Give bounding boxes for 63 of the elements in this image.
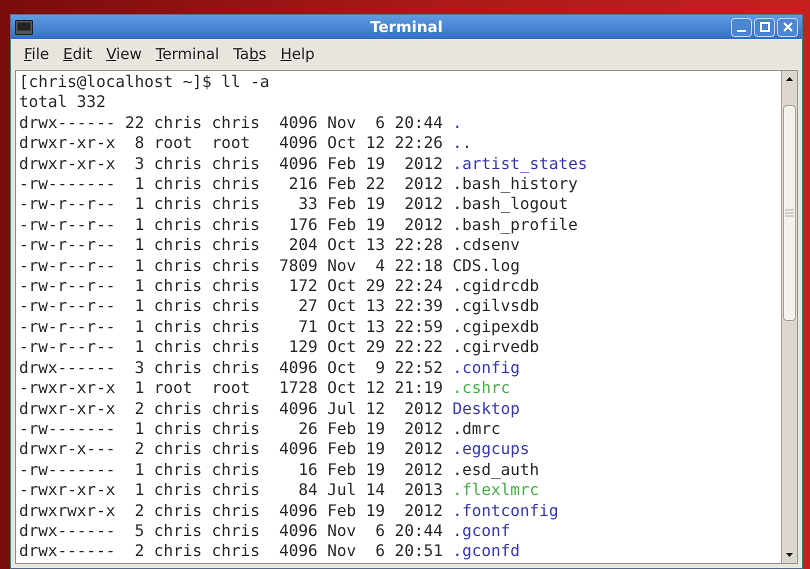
file-name: .eggcups: [452, 439, 530, 460]
maximize-icon: [760, 22, 770, 32]
file-name: .cgilvsdb: [452, 296, 540, 317]
file-name: .bash_logout: [452, 194, 568, 215]
file-details: -rw-r--r-- 1 chris chris 7809 Nov 4 22:18: [19, 256, 443, 276]
file-details: drwx------ 2 chris chris 4096 Nov 6 20:51: [19, 541, 443, 562]
file-details: -rw------- 1 chris chris 26 Feb 19 2012: [19, 418, 443, 440]
close-button[interactable]: [777, 18, 798, 36]
minimize-button[interactable]: [731, 18, 752, 36]
file-name: .cgidrcdb: [452, 276, 540, 296]
file-name: .dmrc: [452, 418, 501, 440]
file-details: drwx------ 5 chris chris 4096 Nov 6 20:44: [19, 520, 443, 542]
terminal-icon: [15, 20, 33, 34]
file-name: .cgipexdb: [452, 316, 540, 338]
maximize-button[interactable]: [754, 18, 775, 36]
file-details: -rw-r--r-- 1 chris chris 27 Oct 13 22:39: [19, 296, 443, 317]
file-details: -rw-r--r-- 1 chris chris 129 Oct 29 22:22: [19, 337, 443, 358]
file-details: -rw-r--r-- 1 chris chris 172 Oct 29 22:24: [19, 276, 443, 296]
file-details: drwxr-xr-x 3 chris chris 4096 Feb 19 2012: [19, 154, 443, 174]
file-name: .gconfd: [452, 541, 520, 562]
file-details: drwxr-x--- 2 chris chris 4096 Feb 19 2012: [19, 439, 443, 460]
grip-icon: [785, 209, 794, 217]
scroll-thumb[interactable]: [783, 105, 796, 321]
total-line: total 332: [19, 92, 106, 113]
file-name: .cgirvedb: [452, 337, 540, 358]
file-details: drwxrwxr-x 2 chris chris 4096 Feb 19 2012: [19, 500, 443, 521]
file-name: .artist_states: [452, 154, 588, 174]
window-title: Terminal: [370, 16, 443, 38]
file-name: Desktop: [452, 398, 520, 419]
file-name: .config: [452, 358, 520, 378]
file-details: -rw-r--r-- 1 chris chris 71 Oct 13 22:59: [19, 316, 443, 338]
file-details: drwx------ 22 chris chris 4096 Nov 6 20:44: [19, 112, 443, 134]
menu-item[interactable]: Terminal: [148, 41, 226, 68]
file-name: .gconf: [452, 520, 510, 542]
menu-item[interactable]: Tabs: [226, 41, 274, 68]
file-name: .cdsenv: [452, 235, 520, 256]
file-details: -rw-r--r-- 1 chris chris 176 Feb 19 2012: [19, 214, 443, 236]
file-details: drwxr-xr-x 8 root root 4096 Oct 12 22:26: [19, 133, 443, 154]
command-prompt: [chris@localhost ~]$ ll -a: [19, 72, 270, 92]
file-details: -rw-r--r-- 1 chris chris 204 Oct 13 22:28: [19, 235, 443, 256]
file-details: -rwxr-xr-x 1 root root 1728 Oct 12 21:19: [19, 378, 443, 398]
file-name: .bash_profile: [452, 214, 578, 236]
file-details: -rw------- 1 chris chris 16 Feb 19 2012: [19, 460, 443, 480]
file-details: drwxr-xr-x 2 chris chris 4096 Jul 12 2012: [19, 398, 443, 419]
menu-item[interactable]: View: [99, 41, 149, 68]
close-icon: [782, 22, 792, 32]
file-name: .: [452, 112, 462, 134]
menu-item[interactable]: File: [17, 41, 56, 68]
file-name: .esd_auth: [452, 460, 540, 480]
file-name: CDS.log: [452, 256, 520, 276]
menu-item[interactable]: Edit: [56, 41, 100, 68]
minimize-icon: [737, 30, 746, 32]
file-name: .cshrc: [452, 378, 510, 398]
file-details: -rw-r--r-- 1 chris chris 33 Feb 19 2012: [19, 194, 443, 215]
file-details: drwx------ 3 chris chris 4096 Oct 9 22:52: [19, 358, 443, 378]
file-name: ..: [452, 133, 472, 154]
file-name: .bash_history: [452, 174, 578, 194]
menu-item[interactable]: Help: [273, 41, 322, 68]
file-details: -rwxr-xr-x 1 chris chris 84 Jul 14 2013: [19, 480, 443, 501]
file-details: -rw------- 1 chris chris 216 Feb 22 2012: [19, 174, 443, 194]
scroll-bar[interactable]: [781, 71, 797, 563]
file-name: .fontconfig: [452, 500, 558, 521]
file-name: .flexlmrc: [452, 480, 540, 501]
